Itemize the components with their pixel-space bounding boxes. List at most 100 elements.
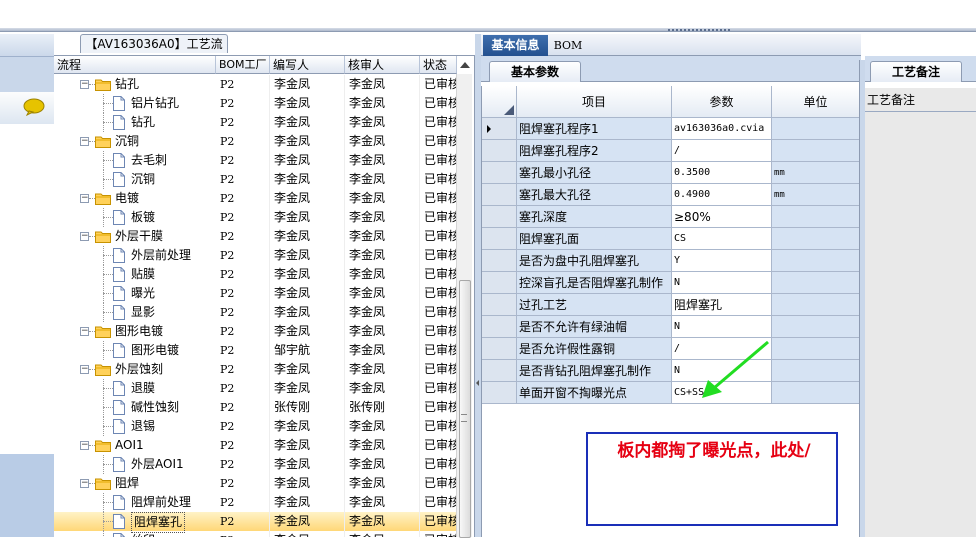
- row-indicator[interactable]: [482, 382, 517, 404]
- tree-node-row[interactable]: 阻焊前处理 P2 李金凤 李金凤 已审核: [54, 493, 457, 512]
- checker-cell[interactable]: 李金凤: [345, 455, 420, 474]
- row-indicator[interactable]: [482, 360, 517, 382]
- status-cell[interactable]: 已审核: [420, 417, 457, 436]
- collapse-toggle-icon[interactable]: −: [80, 194, 89, 203]
- tree-node-row[interactable]: 铝片钻孔 P2 李金凤 李金凤 已审核: [54, 94, 457, 113]
- writer-cell[interactable]: 李金凤: [270, 493, 345, 512]
- writer-cell[interactable]: 李金凤: [270, 360, 345, 379]
- bom-factory-cell[interactable]: P2: [216, 512, 270, 531]
- tree-node-name-cell[interactable]: − 图形电镀: [54, 322, 216, 341]
- status-cell[interactable]: 已审核: [420, 379, 457, 398]
- checker-cell[interactable]: 李金凤: [345, 512, 420, 531]
- bom-factory-cell[interactable]: P2: [216, 94, 270, 113]
- writer-cell[interactable]: 李金凤: [270, 303, 345, 322]
- tree-node-name-cell[interactable]: 丝印: [54, 531, 216, 537]
- param-value-cell[interactable]: Y: [672, 250, 772, 272]
- tree-node-name-cell[interactable]: 铝片钻孔: [54, 94, 216, 113]
- row-indicator[interactable]: [482, 316, 517, 338]
- tree-folder-row[interactable]: − 电镀 P2 李金凤 李金凤 已审核: [54, 189, 457, 208]
- bom-factory-cell[interactable]: P2: [216, 417, 270, 436]
- tree-node-name-cell[interactable]: − 外层蚀刻: [54, 360, 216, 379]
- bom-factory-cell[interactable]: P2: [216, 151, 270, 170]
- tab-basic-info[interactable]: 基本信息: [483, 35, 548, 56]
- param-value-cell[interactable]: av163036a0.cvia: [672, 118, 772, 140]
- param-value-cell[interactable]: N: [672, 272, 772, 294]
- bom-factory-cell[interactable]: P2: [216, 132, 270, 151]
- param-row[interactable]: 塞孔最小孔径 0.3500 mm: [482, 162, 860, 184]
- writer-cell[interactable]: 邹宇航: [270, 341, 345, 360]
- writer-cell[interactable]: 李金凤: [270, 322, 345, 341]
- param-row[interactable]: 阻焊塞孔面 CS: [482, 228, 860, 250]
- bom-factory-cell[interactable]: P2: [216, 208, 270, 227]
- collapse-toggle-icon[interactable]: −: [80, 365, 89, 374]
- col-header-bom-factory[interactable]: BOM工厂: [216, 56, 270, 74]
- param-row[interactable]: 单面开窗不掏曝光点 CS+SS: [482, 382, 860, 404]
- tree-node-name-cell[interactable]: 碱性蚀刻: [54, 398, 216, 417]
- row-indicator[interactable]: [482, 118, 517, 140]
- status-cell[interactable]: 已审核: [420, 398, 457, 417]
- bom-factory-cell[interactable]: P2: [216, 398, 270, 417]
- tree-node-row[interactable]: 外层AOI1 P2 李金凤 李金凤 已审核: [54, 455, 457, 474]
- tree-node-name-cell[interactable]: − AOI1: [54, 436, 216, 455]
- checker-cell[interactable]: 李金凤: [345, 246, 420, 265]
- tree-node-name-cell[interactable]: 阻焊塞孔: [54, 512, 216, 533]
- checker-cell[interactable]: 李金凤: [345, 132, 420, 151]
- tree-node-row[interactable]: 阻焊塞孔 P2 李金凤 李金凤 已审核: [54, 512, 457, 533]
- tree-node-row[interactable]: 去毛刺 P2 李金凤 李金凤 已审核: [54, 151, 457, 170]
- tree-node-name-cell[interactable]: 外层AOI1: [54, 455, 216, 474]
- checker-cell[interactable]: 李金凤: [345, 493, 420, 512]
- param-value-cell[interactable]: 0.4900: [672, 184, 772, 206]
- bom-factory-cell[interactable]: P2: [216, 227, 270, 246]
- tree-node-name-cell[interactable]: − 电镀: [54, 189, 216, 208]
- collapse-toggle-icon[interactable]: −: [80, 137, 89, 146]
- tree-node-row[interactable]: 外层前处理 P2 李金凤 李金凤 已审核: [54, 246, 457, 265]
- tree-node-name-cell[interactable]: 钻孔: [54, 113, 216, 132]
- bom-factory-cell[interactable]: P2: [216, 493, 270, 512]
- tree-folder-row[interactable]: − 外层蚀刻 P2 李金凤 李金凤 已审核: [54, 360, 457, 379]
- param-row[interactable]: 阻焊塞孔程序2/: [482, 140, 860, 162]
- tab-basic-params[interactable]: 基本参数: [489, 61, 581, 82]
- tree-node-name-cell[interactable]: 退锡: [54, 417, 216, 436]
- status-cell[interactable]: 已审核: [420, 246, 457, 265]
- status-cell[interactable]: 已审核: [420, 132, 457, 151]
- tree-node-row[interactable]: 沉铜 P2 李金凤 李金凤 已审核: [54, 170, 457, 189]
- row-indicator[interactable]: [482, 206, 517, 228]
- status-cell[interactable]: 已审核: [420, 227, 457, 246]
- writer-cell[interactable]: 李金凤: [270, 246, 345, 265]
- row-indicator[interactable]: [482, 294, 517, 316]
- tree-node-name-cell[interactable]: 去毛刺: [54, 151, 216, 170]
- tree-node-row[interactable]: 退锡 P2 李金凤 李金凤 已审核: [54, 417, 457, 436]
- collapse-toggle-icon[interactable]: −: [80, 479, 89, 488]
- tree-node-name-cell[interactable]: 曝光: [54, 284, 216, 303]
- writer-cell[interactable]: 李金凤: [270, 113, 345, 132]
- tree-node-row[interactable]: 钻孔 P2 李金凤 李金凤 已审核: [54, 113, 457, 132]
- tree-node-name-cell[interactable]: 退膜: [54, 379, 216, 398]
- process-notes-body[interactable]: [865, 88, 976, 537]
- tree-node-name-cell[interactable]: 图形电镀: [54, 341, 216, 360]
- bom-factory-cell[interactable]: P2: [216, 265, 270, 284]
- status-cell[interactable]: 已审核: [420, 265, 457, 284]
- row-indicator[interactable]: [482, 140, 517, 162]
- param-value-cell[interactable]: 阻焊塞孔: [672, 294, 772, 316]
- writer-cell[interactable]: 李金凤: [270, 227, 345, 246]
- writer-cell[interactable]: 李金凤: [270, 417, 345, 436]
- writer-cell[interactable]: 李金凤: [270, 284, 345, 303]
- bom-factory-cell[interactable]: P2: [216, 474, 270, 493]
- param-value-cell[interactable]: CS: [672, 228, 772, 250]
- tab-process-flow[interactable]: 【AV163036A0】工艺流程: [80, 34, 228, 69]
- tree-node-row[interactable]: 板镀 P2 李金凤 李金凤 已审核: [54, 208, 457, 227]
- writer-cell[interactable]: 李金凤: [270, 455, 345, 474]
- collapse-toggle-icon[interactable]: −: [80, 232, 89, 241]
- status-cell[interactable]: 已审核: [420, 512, 457, 531]
- row-indicator[interactable]: [482, 228, 517, 250]
- tree-node-name-cell[interactable]: 阻焊前处理: [54, 493, 216, 512]
- writer-cell[interactable]: 李金凤: [270, 189, 345, 208]
- status-cell[interactable]: 已审核: [420, 360, 457, 379]
- col-header-unit[interactable]: 单位: [772, 86, 860, 118]
- tab-bom[interactable]: BOM: [550, 35, 586, 56]
- checker-cell[interactable]: 李金凤: [345, 94, 420, 113]
- writer-cell[interactable]: 李金凤: [270, 512, 345, 531]
- tree-node-row[interactable]: 显影 P2 李金凤 李金凤 已审核: [54, 303, 457, 322]
- checker-cell[interactable]: 李金凤: [345, 436, 420, 455]
- scrollbar-thumb[interactable]: [459, 280, 471, 538]
